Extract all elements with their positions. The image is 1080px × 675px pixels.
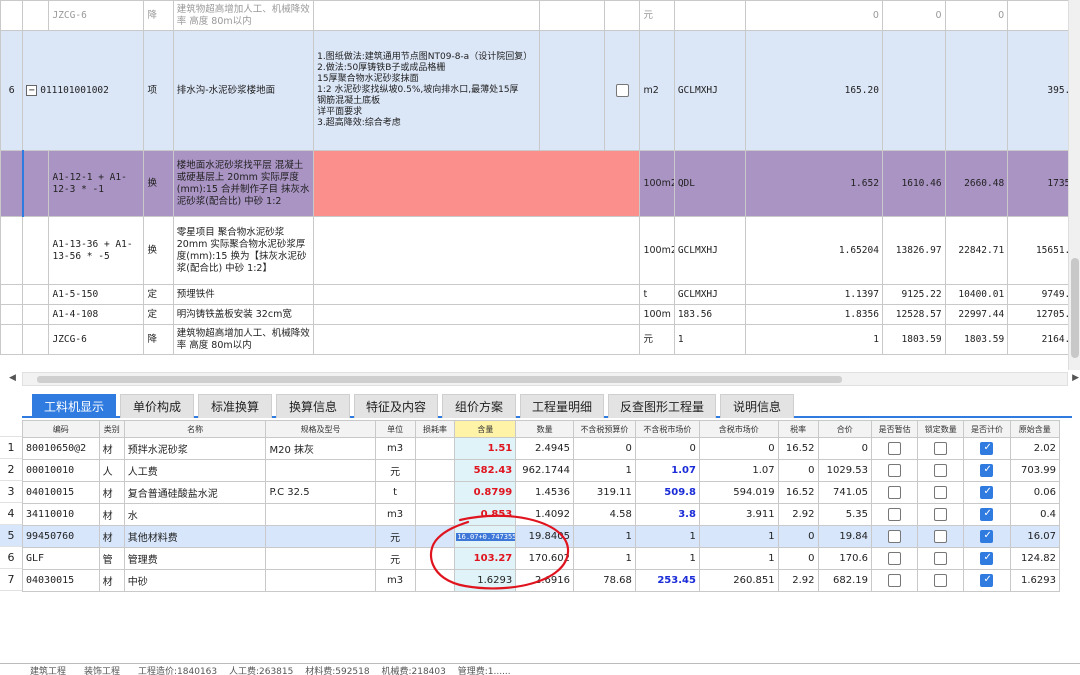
tab-materials[interactable]: 工料机显示 (32, 394, 116, 418)
tab-standard-conversion[interactable]: 标准换算 (198, 394, 272, 418)
horizontal-scrollbar[interactable]: ◀ ▶ (9, 372, 1079, 386)
tab-pricing-plan[interactable]: 组价方案 (442, 394, 516, 418)
materials-grid: 编码 类别 名称 规格及型号 单位 损耗率 含量 数量 不含税预算价 不含税市场… (22, 420, 1061, 592)
table-row[interactable]: A1-5-150 定 预埋铁件 t GCLMXHJ 1.1397 9125.22… (0, 284, 1080, 305)
table-row[interactable]: 04010015 材 复合普通硅酸盐水泥 P.C 32.5 t 0.8799 1… (22, 481, 1061, 504)
scroll-left-icon[interactable]: ◀ (9, 373, 16, 383)
table-row-bill-item-6[interactable]: 6 −011101001002 项 排水沟-水泥砂浆楼地面 1.图纸做法:建筑通… (0, 30, 1080, 151)
table-row[interactable]: 04030015 材 中砂 m3 1.6293 2.6916 78.68 253… (22, 569, 1061, 592)
table-row[interactable]: A1-4-108 定 明沟铸铁盖板安装 32cm宽 100m 183.56 1.… (0, 304, 1080, 325)
table-row[interactable]: A1-13-36 + A1-13-56 * -5 换 零星项目 聚合物水泥砂浆 … (0, 216, 1080, 285)
lock-qty-checkbox[interactable] (934, 464, 948, 477)
scroll-right-icon[interactable]: ▶ (1072, 373, 1079, 383)
provisional-checkbox[interactable] (888, 442, 902, 455)
lock-qty-checkbox[interactable] (934, 486, 948, 499)
include-price-checkbox[interactable] (980, 508, 994, 521)
table-row-selected[interactable]: 99450760 材 其他材料费 元 16.07+0.747355320472 … (22, 525, 1061, 548)
feature-cell-highlight[interactable] (313, 150, 641, 217)
tab-conversion-info[interactable]: 换算信息 (276, 394, 350, 418)
bill-items-grid: JZCG-6 降 建筑物超高增加人工、机械降效率 高度 80m以内 元 0 0 … (0, 0, 1080, 355)
include-price-checkbox[interactable] (980, 530, 994, 543)
lock-qty-checkbox[interactable] (934, 552, 948, 565)
tab-reverse-lookup[interactable]: 反查图形工程量 (608, 394, 716, 418)
lock-qty-checkbox[interactable] (934, 530, 948, 543)
lock-qty-checkbox[interactable] (934, 442, 948, 455)
provisional-checkbox[interactable] (888, 486, 902, 499)
collapse-icon[interactable]: − (26, 84, 38, 96)
scrollbar-thumb[interactable] (37, 376, 842, 383)
provisional-checkbox[interactable] (888, 574, 902, 587)
provisional-checkbox[interactable] (888, 508, 902, 521)
provisional-checkbox[interactable] (888, 530, 902, 543)
include-price-checkbox[interactable] (980, 574, 994, 587)
include-price-checkbox[interactable] (980, 486, 994, 499)
qty-edit-field[interactable]: 16.07+0.747355320472 (456, 533, 515, 541)
table-row-quota-selected[interactable]: A1-12-1 + A1-12-3 * -1 换 楼地面水泥砂浆找平层 混凝土或… (0, 150, 1080, 217)
tab-quantity-details[interactable]: 工程量明细 (520, 394, 604, 418)
table-row[interactable]: JZCG-6 降 建筑物超高增加人工、机械降效率 高度 80m以内 元 1 1 … (0, 324, 1080, 355)
detail-tabs: 工料机显示 单价构成 标准换算 换算信息 特征及内容 组价方案 工程量明细 反查… (22, 392, 1072, 418)
provisional-checkbox[interactable] (888, 552, 902, 565)
item-code: 011101001002 (40, 84, 109, 96)
table-row[interactable]: JZCG-6 降 建筑物超高增加人工、机械降效率 高度 80m以内 元 0 0 … (0, 0, 1080, 31)
tab-unit-price[interactable]: 单价构成 (120, 394, 194, 418)
provisional-checkbox[interactable] (888, 464, 902, 477)
status-bar: 建筑工程 装饰工程 工程造价:1840163 人工费:263815 材料费:59… (0, 663, 1080, 675)
table-row[interactable]: GLF 管 管理费 元 103.27 170.602 1 1 1 0 170.6… (22, 547, 1061, 570)
table-row[interactable]: 00010010 人 人工费 元 582.43 962.1744 1 1.07 … (22, 459, 1061, 482)
lock-qty-checkbox[interactable] (934, 508, 948, 521)
include-price-checkbox[interactable] (980, 442, 994, 455)
table-row[interactable]: 80010650@2 材 预拌水泥砂浆 M20 抹灰 m3 1.51 2.494… (22, 437, 1061, 460)
include-price-checkbox[interactable] (980, 552, 994, 565)
row-number-column: 1 2 3 4 5 6 7 (0, 420, 22, 591)
item-feature: 1.图纸做法:建筑通用节点图NT09-8-a（设计院回复） 2.做法:50厚铸铁… (313, 30, 541, 151)
table-row[interactable]: 34110010 材 水 m3 0.853 1.4092 4.58 3.8 3.… (22, 503, 1061, 526)
lock-qty-checkbox[interactable] (934, 574, 948, 587)
item-checkbox[interactable] (615, 84, 629, 97)
tab-description[interactable]: 说明信息 (720, 394, 794, 418)
vertical-scrollbar[interactable] (1068, 0, 1080, 370)
scrollbar-thumb[interactable] (1071, 258, 1079, 358)
include-price-checkbox[interactable] (980, 464, 994, 477)
tab-features[interactable]: 特征及内容 (354, 394, 438, 418)
table-header-row: 编码 类别 名称 规格及型号 单位 损耗率 含量 数量 不含税预算价 不含税市场… (22, 420, 1061, 438)
